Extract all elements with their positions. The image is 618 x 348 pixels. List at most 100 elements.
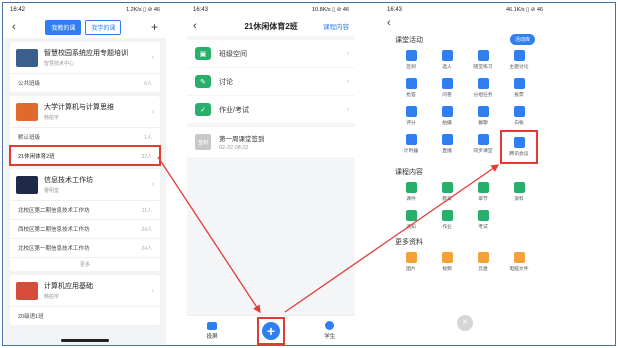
sign-in-title: 第一周课堂签到: [219, 136, 265, 143]
content-section-header: 课程内容: [381, 163, 549, 179]
grid-item-whiteboard[interactable]: 白板: [501, 103, 537, 129]
student-icon: [325, 321, 335, 330]
menu-item-homework[interactable]: ✓ 作业/考试 ›: [187, 96, 355, 123]
grid-item-check[interactable]: 签到: [393, 47, 429, 73]
class-row[interactable]: 21休闲体育2班 32人: [9, 145, 161, 166]
grid-item-image[interactable]: 图片: [393, 249, 429, 275]
grid-item-live[interactable]: 直播: [429, 131, 465, 163]
grid-item-video[interactable]: 视频: [429, 249, 465, 275]
class-count: 11人: [141, 207, 152, 214]
class-name: 21休闲体育2班: [18, 154, 55, 160]
person-icon: [441, 50, 453, 61]
class-header: ‹ 21休闲体育2班 课程内容: [187, 16, 355, 36]
grid-item-folder[interactable]: 资料: [501, 179, 537, 205]
class-row[interactable]: 北校区第一期信息技术工作坊 24人: [10, 238, 160, 257]
course-teacher: 智慧技术中心: [44, 61, 75, 67]
tab-teaching[interactable]: 我教的课: [45, 19, 82, 35]
grid-item-label: 通知: [406, 225, 416, 230]
grid-item-label: 随堂练习: [473, 65, 493, 70]
notice-icon: [405, 210, 417, 221]
class-row[interactable]: 西校区第二期信息技术工作坊 24人: [10, 219, 160, 238]
course-header[interactable]: 智慧校园系统应用专题培训 智慧技术中心 ›: [10, 42, 160, 73]
class-row[interactable]: 公共班级 6人: [10, 73, 160, 92]
grid-item-chat[interactable]: 主题讨论: [501, 47, 537, 73]
more-link[interactable]: 更多: [10, 257, 160, 271]
phone-activity-panel: 16:43 46.1K/s ▯ ⊘ 46 ‹ 课堂活动 活动库 签到 选人 随堂练习…: [381, 3, 549, 345]
course-teacher: 曹明堂: [44, 188, 60, 194]
course-header[interactable]: 大学计算机与计算思维 韩柏宇 ›: [10, 96, 160, 127]
menu-item-discussion[interactable]: ✎ 讨论 ›: [187, 68, 355, 95]
class-name: 20级语1班: [18, 314, 44, 320]
course-thumbnail: [16, 48, 38, 67]
check-icon: [405, 50, 417, 61]
grid-item-poll[interactable]: 投票: [501, 75, 537, 101]
course-card: 智慧校园系统应用专题培训 智慧技术中心 › 公共班级 6人: [10, 42, 160, 92]
add-activity-button[interactable]: +: [261, 321, 280, 340]
grid-item-person[interactable]: 选人: [429, 47, 465, 73]
menu-item-class-space[interactable]: ▣ 班级空间 ›: [187, 40, 355, 67]
grid-item-label: 视频: [442, 267, 452, 272]
live-icon: [441, 134, 453, 145]
tab-learning[interactable]: 我学的课: [85, 19, 122, 35]
grid-item-computer[interactable]: 电脑文件: [501, 249, 537, 275]
grid-item-label: 问卷: [442, 93, 452, 98]
hand-icon: [405, 78, 417, 89]
homework-icon: [441, 210, 453, 221]
grid-item-label: 课件: [406, 197, 416, 202]
course-header[interactable]: 计算机应用基础 韩柏宇 ›: [10, 275, 160, 306]
grid-item-label: 图片: [406, 267, 416, 272]
grid-item-exam[interactable]: 考试: [465, 207, 501, 233]
close-button[interactable]: ×: [457, 315, 473, 331]
section-title: 更多资料: [395, 239, 423, 246]
course-content-link[interactable]: 课程内容: [323, 21, 349, 31]
grid-item-timer[interactable]: 计时器: [393, 131, 429, 163]
grid-item-star[interactable]: 评分: [393, 103, 429, 129]
discussion-icon: ✎: [195, 75, 211, 88]
tab-screen-cast[interactable]: 投屏: [207, 321, 218, 340]
course-card: 计算机应用基础 韩柏宇 › 20级语1班: [10, 275, 160, 325]
class-count: 24人: [141, 245, 152, 252]
grid-item-label: 评分: [406, 121, 416, 126]
camera-icon: [441, 106, 453, 117]
tab-students[interactable]: 学生: [324, 321, 335, 340]
chapter-icon: [477, 182, 489, 193]
star-icon: [405, 106, 417, 117]
video-icon: [441, 252, 453, 263]
course-teacher: 韩柏宇: [44, 115, 60, 121]
grid-item-cloud[interactable]: 云盘: [465, 249, 501, 275]
class-name: 北校区第二期信息技术工作坊: [18, 208, 90, 214]
meeting-icon: [513, 137, 525, 148]
grid-item-chat-group[interactable]: 群聊: [465, 103, 501, 129]
add-icon[interactable]: +: [151, 21, 158, 33]
grid-item-camera[interactable]: 拍摄: [429, 103, 465, 129]
course-title: 大学计算机与计算思维: [44, 104, 114, 111]
image-icon: [405, 252, 417, 263]
content-grid: 课件 教案 章节 资料通知 作业 考试: [381, 179, 549, 233]
slides-icon: [405, 182, 417, 193]
phone-course-list: 16:42 1.2K/s ▯ ⊘ 46 ‹ 我教的课 我学的课 + 智慧校园系统…: [4, 3, 166, 345]
grid-item-sync[interactable]: 同步课堂: [465, 131, 501, 163]
grid-item-hand[interactable]: 抢答: [393, 75, 429, 101]
grid-item-chapter[interactable]: 章节: [465, 179, 501, 205]
grid-item-meeting[interactable]: 腾讯会议: [500, 130, 538, 164]
grid-item-group[interactable]: 分组任务: [465, 75, 501, 101]
sign-in-activity[interactable]: 签到 第一周课堂签到 02-22 08:22: [187, 127, 355, 157]
grid-item-label: 直播: [442, 149, 452, 154]
grid-item-doc[interactable]: 教案: [429, 179, 465, 205]
class-row[interactable]: 默认班级 1人: [10, 127, 160, 146]
back-chevron-icon[interactable]: ‹: [387, 17, 391, 29]
grid-item-slides[interactable]: 课件: [393, 179, 429, 205]
grid-item-homework[interactable]: 作业: [429, 207, 465, 233]
class-row[interactable]: 北校区第二期信息技术工作坊 11人: [10, 200, 160, 219]
grid-item-edit[interactable]: 随堂练习: [465, 47, 501, 73]
grid-item-notice[interactable]: 通知: [393, 207, 429, 233]
course-header[interactable]: 信息技术工作坊 曹明堂 ›: [10, 169, 160, 200]
class-name: 北校区第一期信息技术工作坊: [18, 246, 90, 252]
grid-item-label: 电脑文件: [509, 267, 529, 272]
more-section-header: 更多资料: [381, 233, 549, 249]
class-row[interactable]: 20级语1班: [10, 306, 160, 325]
grid-item-survey[interactable]: 问卷: [429, 75, 465, 101]
grid-item-label: 抢答: [406, 93, 416, 98]
back-chevron-icon[interactable]: ‹: [12, 21, 16, 33]
activity-library-button[interactable]: 活动库: [509, 34, 535, 45]
